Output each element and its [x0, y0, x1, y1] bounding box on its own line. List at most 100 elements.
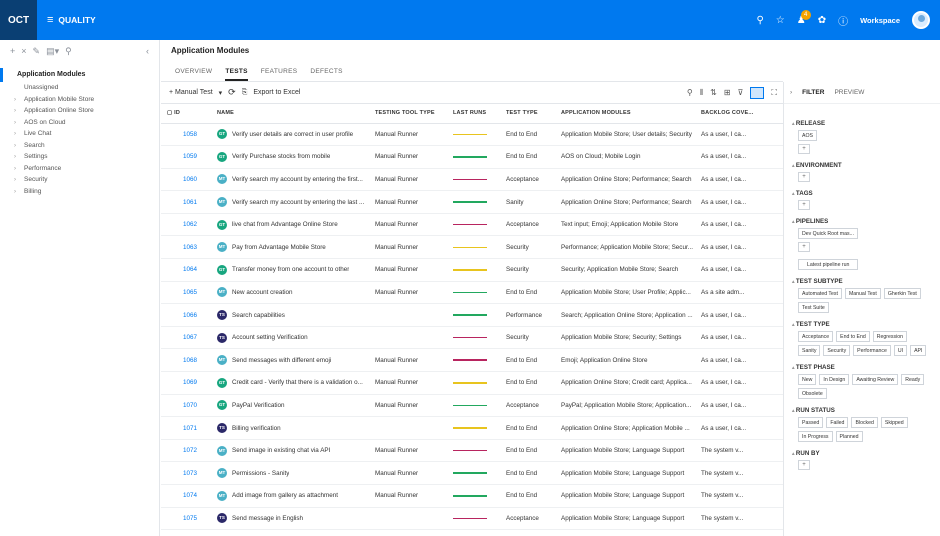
- avatar[interactable]: [912, 11, 930, 29]
- test-name-text[interactable]: Pay from Advantage Mobile Store: [232, 244, 326, 251]
- test-id-link[interactable]: 1060: [161, 168, 211, 192]
- chevron-right-icon[interactable]: ›: [14, 152, 24, 164]
- last-runs-bar[interactable]: [453, 359, 487, 361]
- test-id-link[interactable]: 1071: [161, 416, 211, 440]
- filter-chip[interactable]: Test Suite: [798, 302, 829, 313]
- last-runs-bar[interactable]: [453, 133, 487, 136]
- test-name-text[interactable]: Credit card - Verify that there is a val…: [232, 379, 363, 386]
- test-name-cell[interactable]: TS Billing verification: [211, 416, 369, 440]
- backlog-coverage[interactable]: The system v...: [695, 461, 783, 485]
- test-name-text[interactable]: live chat from Advantage Online Store: [232, 221, 338, 228]
- tree-item-live-chat[interactable]: › Live Chat: [0, 128, 159, 140]
- test-name-cell[interactable]: GT Transfer money from one account to oth…: [211, 258, 369, 282]
- table-row[interactable]: 1071 TS Billing verification End to End Appl…: [161, 416, 783, 440]
- table-row[interactable]: 1059 GT Verify Purchase stocks from mobile…: [161, 145, 783, 169]
- filter-chip[interactable]: In Progress: [798, 431, 833, 442]
- column-header-5[interactable]: APPLICATION MODULES: [555, 104, 695, 124]
- backlog-coverage[interactable]: As a user, I ca...: [695, 348, 783, 373]
- backlog-coverage[interactable]: The system v...: [695, 439, 783, 463]
- test-name-cell[interactable]: GT Verify Purchase stocks from mobile: [211, 145, 369, 169]
- refresh-icon[interactable]: ⟳: [228, 87, 236, 98]
- tree-item-performance[interactable]: › Performance: [0, 163, 159, 175]
- columns-icon[interactable]: ⫴: [700, 88, 703, 98]
- filter-chip[interactable]: Sanity: [798, 345, 821, 356]
- backlog-coverage[interactable]: As a user, I ca...: [695, 258, 783, 282]
- filter-group-title[interactable]: RUN BY: [792, 450, 932, 457]
- last-runs-bar[interactable]: [453, 495, 487, 497]
- test-name-text[interactable]: Verify Purchase stocks from mobile: [232, 153, 330, 160]
- search-icon[interactable]: ⚲: [687, 88, 693, 97]
- test-name-text[interactable]: Transfer money from one account to other: [232, 266, 349, 273]
- filter-chip[interactable]: API: [910, 345, 927, 356]
- table-row[interactable]: 1075 TS Send message in English Acceptance A…: [161, 507, 783, 531]
- filter-group-title[interactable]: PIPELINES: [792, 218, 932, 225]
- test-name-text[interactable]: New account creation: [232, 289, 293, 296]
- test-name-text[interactable]: Add image from gallery as attachment: [232, 492, 338, 499]
- table-row[interactable]: 1070 GT PayPal Verification Manual Runner Ac…: [161, 394, 783, 418]
- last-runs-bar[interactable]: [453, 246, 487, 249]
- settings-icon[interactable]: ✿: [818, 15, 826, 26]
- filter-chip[interactable]: Latest pipeline run: [798, 259, 859, 270]
- backlog-coverage[interactable]: As a user, I ca...: [695, 190, 783, 214]
- test-name-cell[interactable]: TS Account setting Verification: [211, 326, 369, 350]
- test-id-link[interactable]: 1059: [161, 145, 211, 169]
- test-id-link[interactable]: 1058: [161, 123, 211, 147]
- filter-group-title[interactable]: ENVIRONMENT: [792, 162, 932, 169]
- test-name-cell[interactable]: MT Verify search my account by entering t…: [211, 190, 369, 214]
- test-name-text[interactable]: Search capabilities: [232, 312, 285, 319]
- test-id-link[interactable]: 1063: [161, 235, 211, 260]
- tab-overview[interactable]: OVERVIEW: [175, 62, 212, 81]
- column-header-4[interactable]: TEST TYPE: [500, 104, 555, 124]
- column-header-3[interactable]: LAST RUNS: [447, 104, 500, 124]
- tree-item-billing[interactable]: › Billing: [0, 186, 159, 198]
- module-switcher[interactable]: ≡ QUALITY: [47, 14, 96, 26]
- add-filter-button[interactable]: +: [798, 200, 810, 210]
- chevron-right-icon[interactable]: ›: [14, 175, 24, 187]
- backlog-coverage[interactable]: As a user, I ca...: [695, 394, 783, 418]
- test-id-link[interactable]: 1075: [161, 507, 211, 531]
- table-row[interactable]: 1074 MT Add image from gallery as attachme…: [161, 484, 783, 508]
- filter-chip[interactable]: Security: [823, 345, 851, 356]
- chevron-right-icon[interactable]: ›: [14, 95, 24, 107]
- filter-icon[interactable]: ⊽: [738, 88, 744, 97]
- last-runs-bar[interactable]: [453, 291, 487, 294]
- last-runs-bar[interactable]: [453, 427, 487, 429]
- test-id-link[interactable]: 1072: [161, 439, 211, 463]
- filter-chip[interactable]: Obsolete: [798, 388, 827, 399]
- test-name-text[interactable]: Verify search my account by entering the…: [232, 176, 363, 183]
- last-runs-bar[interactable]: [453, 223, 487, 226]
- tree-item-security[interactable]: › Security: [0, 174, 159, 186]
- test-name-cell[interactable]: GT live chat from Advantage Online Store: [211, 213, 369, 237]
- new-manual-test-button[interactable]: + Manual Test: [169, 89, 213, 96]
- collapse-panel-icon[interactable]: ‹: [146, 46, 149, 56]
- test-id-link[interactable]: 1064: [161, 258, 211, 282]
- add-filter-button[interactable]: +: [798, 144, 810, 154]
- filter-chip[interactable]: AOS: [798, 130, 817, 141]
- test-name-text[interactable]: Permissions - Sanity: [232, 470, 289, 477]
- tab-features[interactable]: FEATURES: [261, 62, 298, 81]
- tree-item-settings[interactable]: › Settings: [0, 151, 159, 163]
- chevron-right-icon[interactable]: ›: [14, 106, 24, 118]
- test-id-link[interactable]: 1066: [161, 303, 211, 327]
- test-name-text[interactable]: Send messages with different emoji: [232, 357, 331, 364]
- backlog-coverage[interactable]: As a user, I ca...: [695, 145, 783, 169]
- backlog-coverage[interactable]: As a user, I ca...: [695, 123, 783, 147]
- test-name-cell[interactable]: GT Verify user details are correct in use…: [211, 123, 369, 147]
- table-row[interactable]: 1065 MT New account creation Manual Runner E…: [161, 281, 783, 305]
- test-name-text[interactable]: Account setting Verification: [232, 334, 308, 341]
- test-name-cell[interactable]: MT Add image from gallery as attachment: [211, 484, 369, 508]
- backlog-coverage[interactable]: The system v...: [695, 507, 783, 531]
- test-name-text[interactable]: Verify search my account by entering the…: [232, 199, 364, 206]
- table-row[interactable]: 1068 MT Send messages with different emoji…: [161, 348, 783, 373]
- add-icon[interactable]: +: [10, 46, 15, 56]
- edit-icon[interactable]: ✎: [33, 46, 41, 57]
- add-filter-button[interactable]: +: [798, 172, 810, 182]
- column-header-6[interactable]: BACKLOG COVE...: [695, 104, 783, 124]
- test-id-link[interactable]: 1062: [161, 213, 211, 237]
- chevron-right-icon[interactable]: ›: [14, 141, 24, 153]
- help-icon[interactable]: ⓘ: [838, 13, 848, 28]
- delete-icon[interactable]: ×: [21, 46, 26, 56]
- table-row[interactable]: 1069 GT Credit card - Verify that there is…: [161, 371, 783, 395]
- last-runs-bar[interactable]: [453, 269, 487, 271]
- tree-item-unassigned[interactable]: Unassigned: [0, 82, 159, 94]
